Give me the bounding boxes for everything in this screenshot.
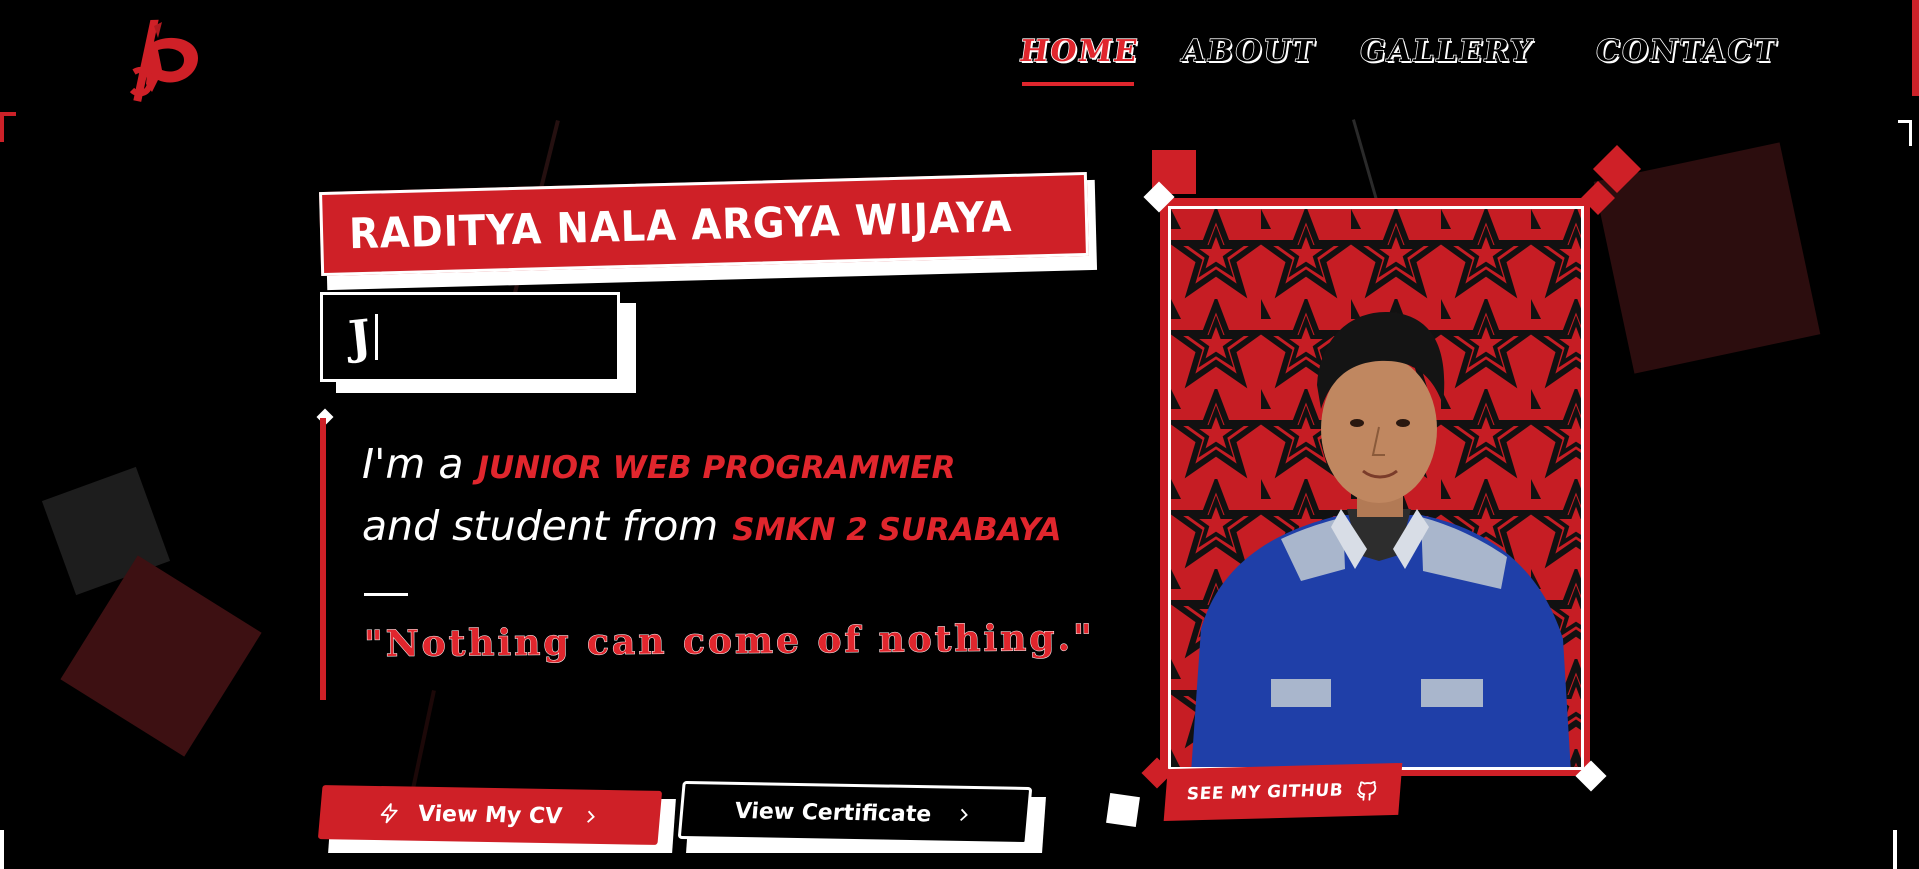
- decor-square-white: [1106, 793, 1140, 827]
- nav-contact[interactable]: CONTACT: [1593, 33, 1781, 78]
- nav-home-label: HOME: [1017, 33, 1142, 70]
- nav-contact-label: CONTACT: [1593, 33, 1781, 70]
- intro-divider: [364, 593, 408, 596]
- nav-gallery-label: GALLERY: [1357, 33, 1537, 70]
- intro-accent-bar: [320, 418, 326, 700]
- typing-box: J: [320, 292, 620, 382]
- profile-photo-illustration: [1171, 209, 1581, 767]
- decor-edge-red: [1912, 0, 1919, 96]
- see-github-label: SEE MY GITHUB: [1186, 780, 1344, 805]
- view-certificate-button[interactable]: View Certificate: [677, 780, 1033, 846]
- github-icon: [1356, 781, 1377, 801]
- chevron-right-icon: [960, 808, 969, 822]
- intro-text: I'm a JUNIOR WEB PROGRAMMER and student …: [362, 440, 1122, 564]
- logo-mark: [129, 19, 198, 102]
- profile-photo: [1168, 206, 1584, 770]
- hero-quote: "Nothing can come of nothing.": [363, 616, 1095, 666]
- intro-prefix-1: I'm a: [362, 440, 464, 488]
- decor-edge-white: [1893, 830, 1897, 869]
- see-github-button[interactable]: SEE MY GITHUB: [1163, 762, 1403, 822]
- logo-icon[interactable]: [128, 18, 204, 102]
- hero-name: RADITYA NALA ARGYA WIJAYA: [348, 191, 1013, 258]
- intro-line-role: I'm a JUNIOR WEB PROGRAMMER: [362, 440, 1122, 502]
- chevron-right-icon: [587, 810, 595, 823]
- view-cv-button[interactable]: View My CV: [317, 785, 663, 845]
- decor-corner: [1898, 120, 1912, 146]
- intro-line-school: and student from SMKN 2 SURABAYA: [362, 502, 1122, 564]
- lightning-icon: [380, 803, 398, 824]
- intro-school: SMKN 2 SURABAYA: [732, 512, 1062, 548]
- nav-gallery[interactable]: GALLERY: [1357, 33, 1537, 78]
- nav-about-label: ABOUT: [1179, 33, 1319, 70]
- view-certificate-label: View Certificate: [733, 798, 933, 827]
- intro-role: JUNIOR WEB PROGRAMMER: [477, 450, 956, 486]
- intro-prefix-2: and student from: [362, 502, 719, 550]
- typed-text: J: [346, 309, 374, 365]
- nav-home[interactable]: HOME: [1017, 33, 1142, 86]
- decor-edge-red: [0, 112, 4, 142]
- nav-about[interactable]: ABOUT: [1179, 33, 1319, 78]
- typing-caret: [374, 314, 378, 360]
- portfolio-page: HOME ABOUT GALLERY CONTACT RADITYA NALA …: [0, 0, 1919, 869]
- decor-edge-white: [0, 830, 4, 869]
- view-cv-label: View My CV: [416, 801, 564, 829]
